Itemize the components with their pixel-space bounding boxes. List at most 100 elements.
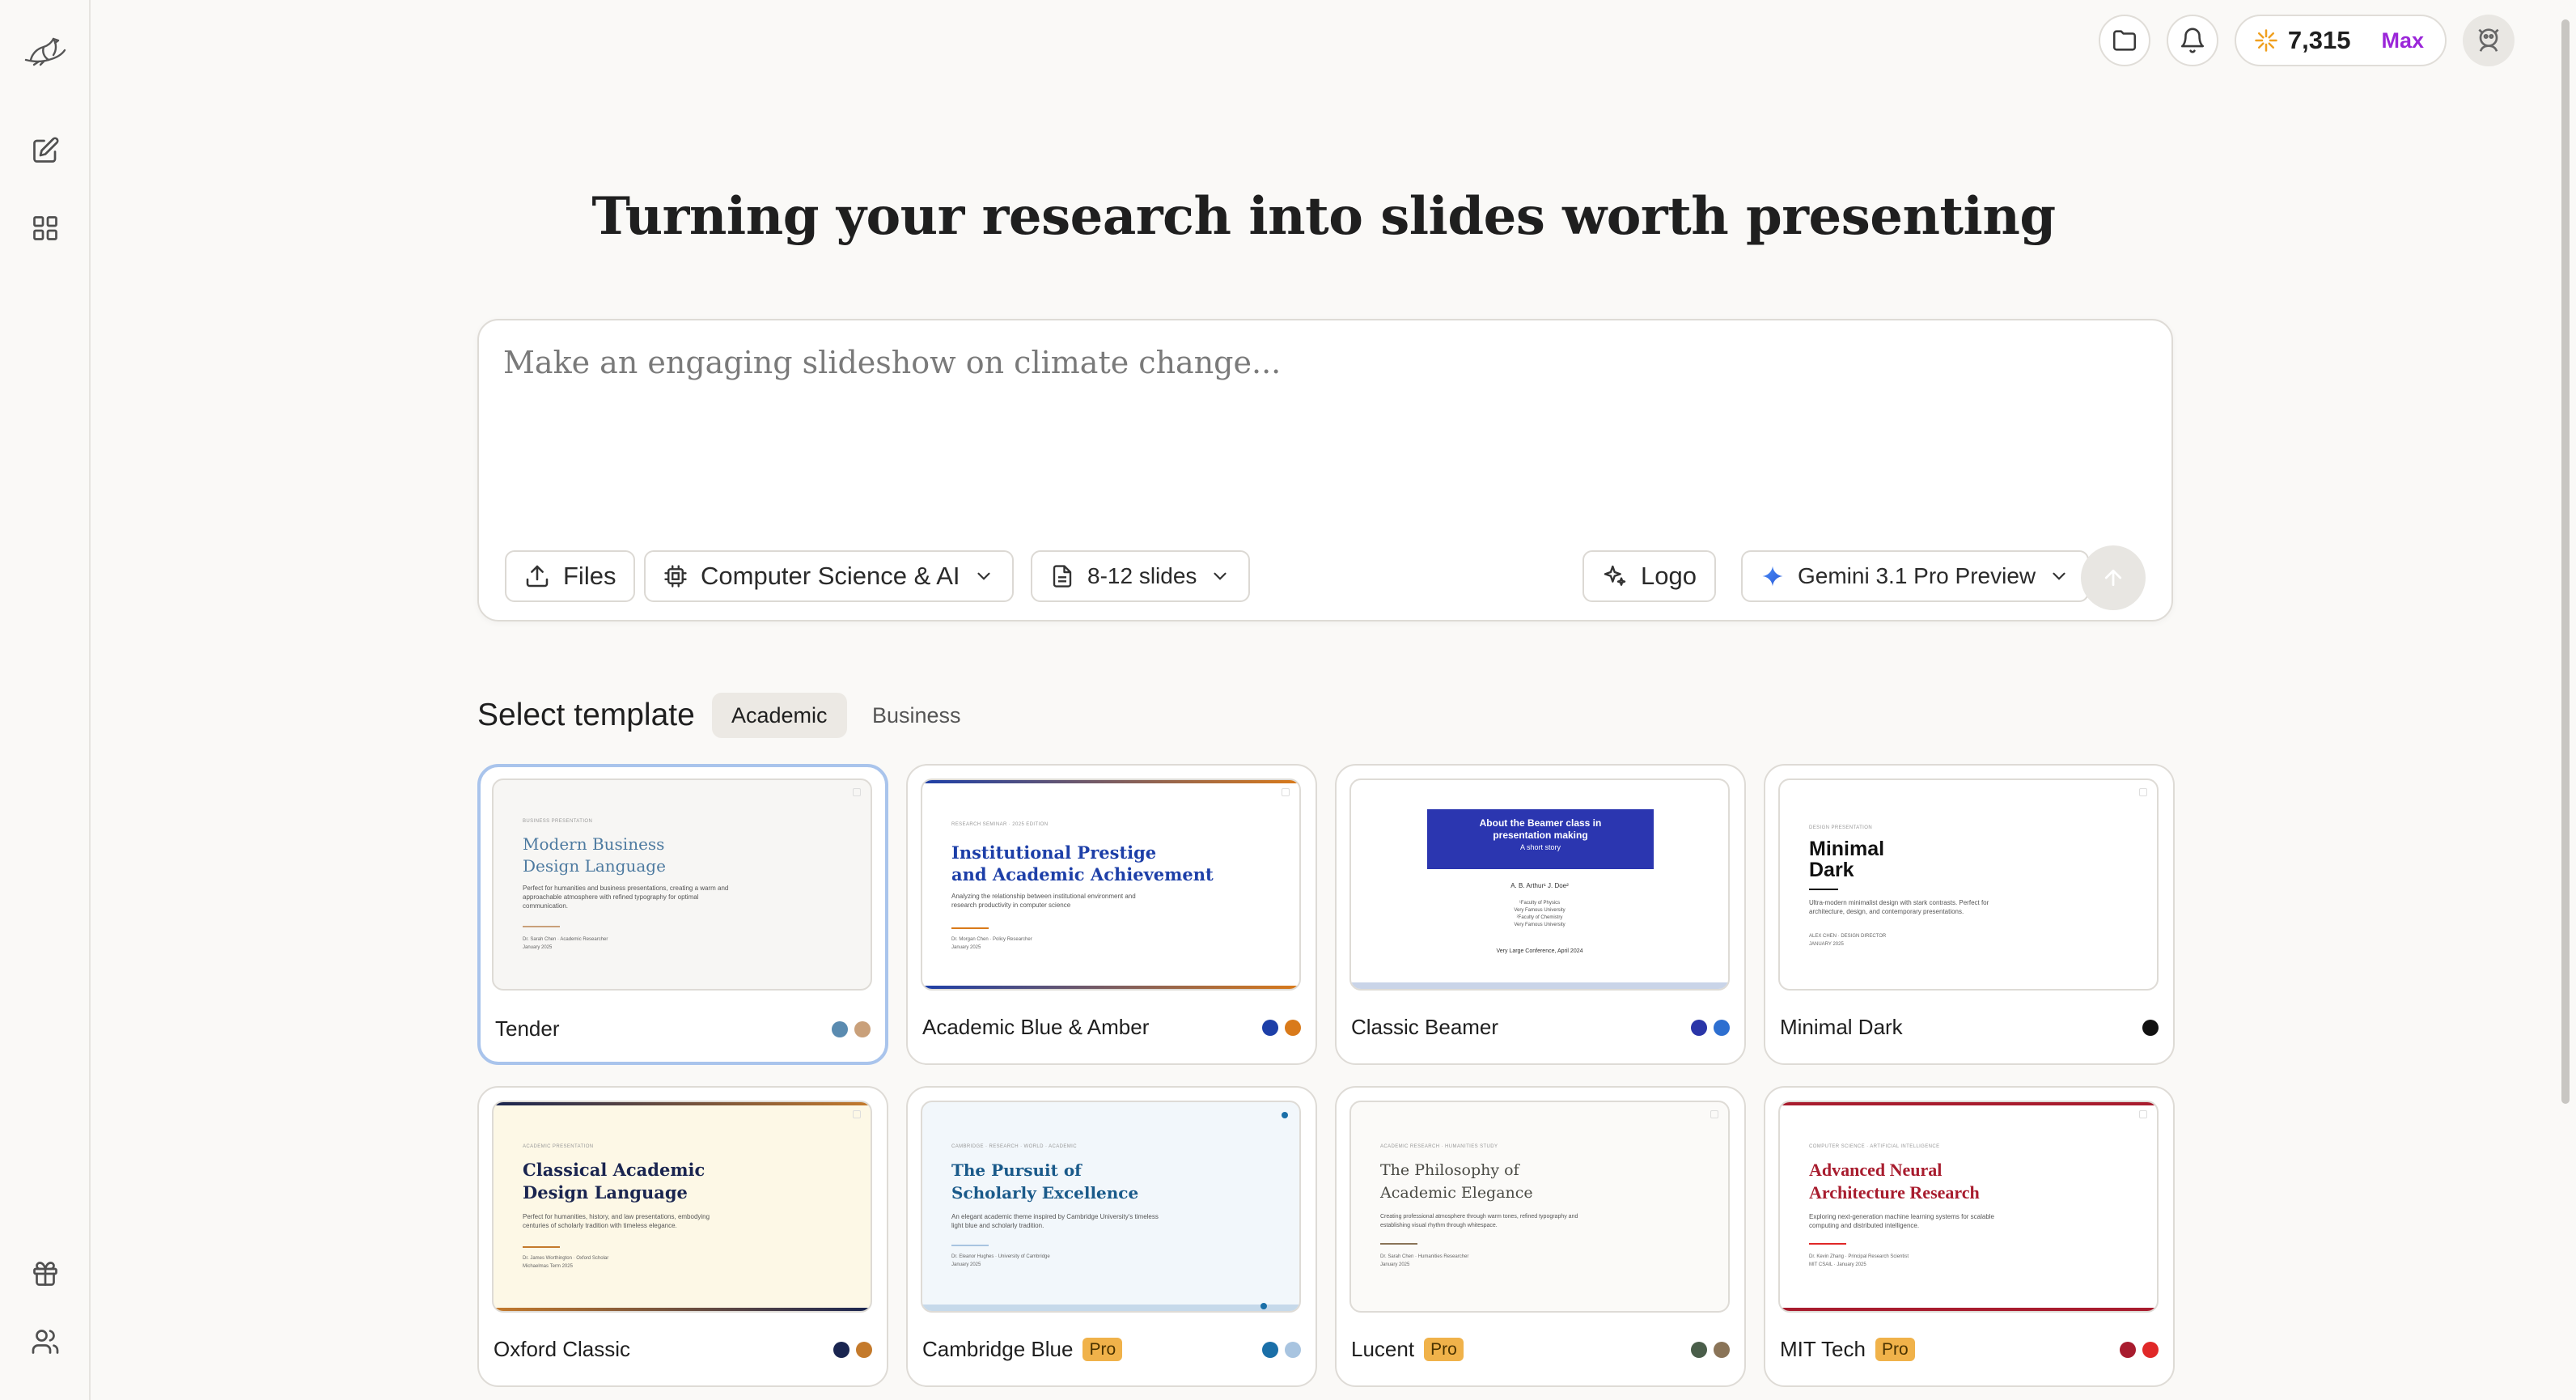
- thumb-kicker: RESEARCH SEMINAR · 2025 EDITION: [951, 822, 1049, 827]
- color-swatches: [832, 1021, 871, 1037]
- thumbnail-corner-mark: [2139, 1110, 2147, 1118]
- thumb-body: Analyzing the relationship between insti…: [951, 893, 1136, 909]
- color-swatch: [1691, 1342, 1707, 1358]
- pro-badge: Pro: [1083, 1338, 1123, 1361]
- avatar[interactable]: [2463, 15, 2515, 66]
- thumb-title-line: Dark: [1809, 859, 1854, 881]
- thumb-divider: [523, 1246, 560, 1248]
- thumb-divider: [1380, 1243, 1417, 1245]
- template-card-lucent[interactable]: ACADEMIC RESEARCH · HUMANITIES STUDY The…: [1335, 1086, 1746, 1387]
- template-card-minimal-dark[interactable]: DESIGN PRESENTATION Minimal Dark Ultra-m…: [1764, 764, 2175, 1065]
- plan-label: Max: [2381, 28, 2424, 53]
- gift-icon[interactable]: [21, 1249, 70, 1298]
- credits-badge[interactable]: 7,315 Max: [2234, 15, 2447, 66]
- color-swatch: [1262, 1342, 1278, 1358]
- thumb-footer: Dr. Sarah Chen · Academic Researcher Jan…: [523, 935, 608, 952]
- category-select[interactable]: Computer Science & AI: [644, 550, 1014, 602]
- template-card-mit-tech[interactable]: COMPUTER SCIENCE · ARTIFICIAL INTELLIGEN…: [1764, 1086, 2175, 1387]
- template-card-oxford-classic[interactable]: ACADEMIC PRESENTATION Classical Academic…: [477, 1086, 888, 1387]
- slides-count-select[interactable]: 8-12 slides: [1031, 550, 1251, 602]
- thumb-footer-line: January 2025: [951, 945, 981, 950]
- thumb-footer-line: Dr. Kevin Zhang · Principal Research Sci…: [1809, 1254, 1909, 1259]
- color-swatch: [2142, 1020, 2159, 1036]
- template-card-cambridge-blue[interactable]: CAMBRIDGE · RESEARCH · WORLD · ACADEMIC …: [906, 1086, 1317, 1387]
- thumb-footer-line: Dr. Morgan Chen · Policy Researcher: [951, 937, 1032, 942]
- template-thumbnail: BUSINESS PRESENTATION Modern Business De…: [492, 778, 872, 991]
- sidebar: [0, 0, 91, 1400]
- thumb-kicker: ACADEMIC PRESENTATION: [523, 1144, 594, 1149]
- model-select[interactable]: Gemini 3.1 Pro Preview: [1741, 550, 2090, 602]
- thumb-affiliation: Very Famous University: [1514, 908, 1566, 913]
- slides-count-label: 8-12 slides: [1087, 563, 1197, 588]
- color-swatches: [1691, 1020, 1730, 1036]
- grid-icon[interactable]: [21, 204, 70, 252]
- thumb-title: Institutional Prestige and Academic Achi…: [951, 842, 1214, 885]
- folder-button[interactable]: [2098, 15, 2150, 66]
- category-label: Computer Science & AI: [701, 562, 960, 590]
- logo-button[interactable]: Logo: [1582, 550, 1716, 602]
- template-card-classic-beamer[interactable]: About the Beamer class in presentation m…: [1335, 764, 1746, 1065]
- thumb-affiliation: Very Famous University: [1514, 923, 1566, 927]
- scrollbar[interactable]: [2561, 19, 2570, 1104]
- template-name: MIT Tech Pro: [1780, 1337, 1915, 1362]
- color-swatch: [1691, 1020, 1707, 1036]
- thumb-footer-line: Dr. Sarah Chen · Academic Researcher: [523, 937, 608, 942]
- tab-academic[interactable]: Academic: [712, 693, 847, 738]
- template-name-text: Lucent: [1351, 1337, 1415, 1361]
- thumb-title-line: Academic Elegance: [1380, 1184, 1533, 1202]
- users-icon[interactable]: [21, 1317, 70, 1366]
- thumb-title: Classical Academic Design Language: [523, 1159, 705, 1204]
- thumb-accent-dot: [1260, 1303, 1267, 1309]
- template-card-academic-blue-amber[interactable]: RESEARCH SEMINAR · 2025 EDITION Institut…: [906, 764, 1317, 1065]
- notifications-button[interactable]: [2166, 15, 2218, 66]
- thumb-accent-dot: [1282, 1112, 1288, 1118]
- thumb-footer-line: ALEX CHEN · DESIGN DIRECTOR: [1809, 934, 1887, 939]
- tab-business[interactable]: Business: [853, 693, 981, 738]
- thumb-title: The Philosophy of Academic Elegance: [1380, 1159, 1533, 1204]
- thumb-title-line: About the Beamer class in: [1479, 817, 1602, 829]
- thumb-kicker: BUSINESS PRESENTATION: [523, 819, 593, 824]
- template-name: Lucent Pro: [1351, 1337, 1464, 1362]
- select-template-title: Select template: [477, 698, 695, 732]
- prompt-input[interactable]: [503, 345, 2146, 482]
- send-button[interactable]: [2081, 545, 2146, 610]
- template-name: Cambridge Blue Pro: [922, 1337, 1123, 1362]
- color-swatch: [2142, 1342, 2159, 1358]
- template-name: Tender: [495, 1016, 560, 1042]
- thumb-title-line: Scholarly Excellence: [951, 1183, 1139, 1203]
- color-swatches: [2120, 1342, 2159, 1358]
- thumb-footer-line: January 2025: [1380, 1262, 1410, 1267]
- thumb-title: Minimal Dark: [1809, 838, 1884, 880]
- template-thumbnail: CAMBRIDGE · RESEARCH · WORLD · ACADEMIC …: [921, 1101, 1301, 1313]
- thumb-title-line: Modern Business: [523, 834, 665, 854]
- chevron-down-icon: [1210, 566, 1231, 587]
- template-name: Academic Blue & Amber: [922, 1015, 1149, 1040]
- thumb-subtitle: A short story: [1519, 843, 1561, 851]
- arrow-up-icon: [2101, 566, 2125, 590]
- thumb-body: Perfect for humanities and business pres…: [523, 885, 729, 910]
- thumb-bottom-bar: [922, 1305, 1299, 1311]
- thumbnail-corner-mark: [853, 788, 861, 796]
- thumb-body: Perfect for humanities, history, and law…: [523, 1213, 710, 1229]
- thumb-footer: Dr. James Worthington · Oxford Scholar M…: [523, 1254, 608, 1271]
- bird-logo-icon[interactable]: [21, 28, 70, 76]
- edit-icon[interactable]: [21, 126, 70, 175]
- upload-icon: [524, 563, 550, 589]
- template-card-tender[interactable]: BUSINESS PRESENTATION Modern Business De…: [477, 764, 888, 1065]
- page-title: Turning your research into slides worth …: [591, 186, 2056, 247]
- thumb-bottom-bar: [494, 1308, 871, 1311]
- color-swatch: [1285, 1020, 1301, 1036]
- thumb-body: An elegant academic theme inspired by Ca…: [951, 1213, 1159, 1229]
- color-swatch: [2120, 1342, 2136, 1358]
- template-name: Oxford Classic: [494, 1337, 630, 1362]
- files-button[interactable]: Files: [505, 550, 636, 602]
- thumb-title-line: Classical Academic: [523, 1160, 705, 1180]
- thumb-footer-line: January 2025: [523, 945, 553, 950]
- beamer-title-block: About the Beamer class in presentation m…: [1427, 809, 1654, 869]
- thumb-footer: Dr. Morgan Chen · Policy Researcher Janu…: [951, 935, 1032, 952]
- thumb-footer: Dr. Kevin Zhang · Principal Research Sci…: [1809, 1253, 1909, 1269]
- template-thumbnail: About the Beamer class in presentation m…: [1349, 778, 1730, 991]
- top-bar: 7,315 Max: [2098, 15, 2515, 66]
- thumb-title: The Pursuit of Scholarly Excellence: [951, 1159, 1138, 1204]
- files-label: Files: [563, 562, 616, 590]
